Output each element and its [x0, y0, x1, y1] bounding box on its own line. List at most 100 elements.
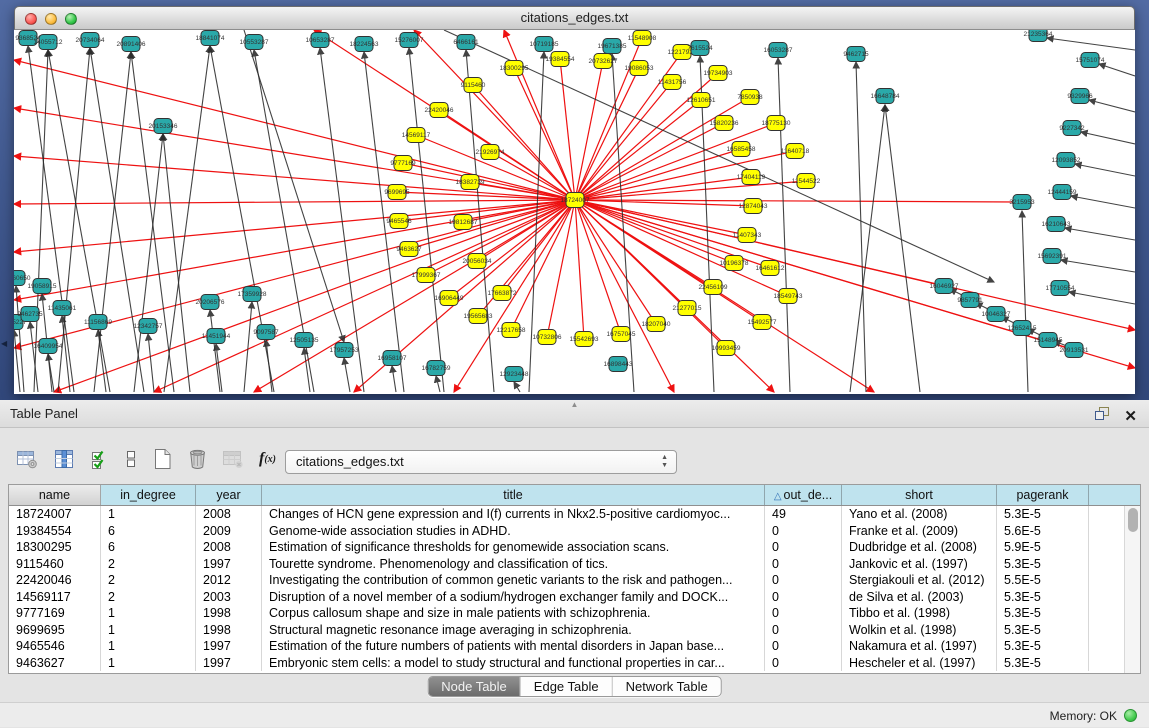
- cell-title[interactable]: Changes of HCN gene expression and I(f) …: [262, 506, 765, 523]
- graph-node[interactable]: 20732627: [589, 54, 618, 69]
- function-builder-button[interactable]: f(x): [259, 450, 276, 468]
- cell-name[interactable]: 19384554: [9, 523, 101, 540]
- cell-year[interactable]: 1997: [196, 556, 262, 573]
- citation-edge-black[interactable]: [1075, 164, 1135, 176]
- table-selector-dropdown[interactable]: citations_edges.txt ▲▼: [285, 450, 677, 474]
- graph-node[interactable]: 11431756: [658, 75, 687, 90]
- cell-title[interactable]: Investigating the contribution of common…: [262, 572, 765, 589]
- graph-node[interactable]: 10993459: [712, 341, 741, 356]
- graph-node[interactable]: 12505135: [290, 333, 319, 348]
- graph-node[interactable]: 3215953: [1009, 195, 1035, 210]
- cell-title[interactable]: Genome-wide association studies in ADHD.: [262, 523, 765, 540]
- graph-node[interactable]: 9463627: [396, 242, 422, 257]
- cell-out_degree[interactable]: 49: [765, 506, 842, 523]
- graph-node[interactable]: 10732806: [533, 330, 562, 345]
- table-row[interactable]: 1872400712008Changes of HCN gene express…: [9, 506, 1124, 523]
- citation-edge-red[interactable]: [403, 163, 575, 200]
- cell-pagerank[interactable]: 5.3E-5: [997, 556, 1089, 573]
- column-header-short[interactable]: short: [842, 485, 997, 505]
- graph-node[interactable]: 20206576: [196, 295, 225, 310]
- cell-year[interactable]: 2012: [196, 572, 262, 589]
- graph-node[interactable]: 17359928: [238, 287, 267, 302]
- cell-title[interactable]: Tourette syndrome. Phenomenology and cla…: [262, 556, 765, 573]
- citation-edge-black[interactable]: [344, 358, 350, 392]
- cell-in_degree[interactable]: 1: [101, 655, 196, 672]
- cell-year[interactable]: 1998: [196, 622, 262, 639]
- graph-node[interactable]: 10653287: [306, 33, 335, 48]
- graph-node[interactable]: 10719185: [530, 37, 559, 52]
- cell-name[interactable]: 18300295: [9, 539, 101, 556]
- citation-edge-black[interactable]: [850, 105, 885, 392]
- graph-node[interactable]: 11640718: [781, 144, 810, 159]
- graph-node[interactable]: 18224563: [350, 37, 379, 52]
- tab-edge-table[interactable]: Edge Table: [520, 677, 612, 696]
- table-row[interactable]: 911546021997Tourette syndrome. Phenomeno…: [9, 556, 1124, 573]
- citation-edge-black[interactable]: [1071, 196, 1135, 208]
- tab-network-table[interactable]: Network Table: [612, 677, 721, 696]
- citation-edge-red[interactable]: [14, 200, 575, 204]
- column-header-name[interactable]: name: [9, 485, 101, 505]
- cell-in_degree[interactable]: 1: [101, 506, 196, 523]
- citation-edge-red[interactable]: [575, 181, 806, 200]
- cell-name[interactable]: 9463627: [9, 655, 101, 672]
- citation-edge-black[interactable]: [48, 50, 110, 392]
- graph-node[interactable]: 17404119: [737, 170, 766, 185]
- cell-out_degree[interactable]: 0: [765, 539, 842, 556]
- citation-edge-black[interactable]: [16, 286, 24, 392]
- table-row[interactable]: 1938455462009Genome-wide association stu…: [9, 523, 1124, 540]
- graph-node[interactable]: 17710554: [1046, 281, 1075, 296]
- cell-in_degree[interactable]: 1: [101, 638, 196, 655]
- delete-button[interactable]: [187, 448, 207, 470]
- cell-title[interactable]: Estimation of significance thresholds fo…: [262, 539, 765, 556]
- cell-pagerank[interactable]: 5.3E-5: [997, 622, 1089, 639]
- graph-node[interactable]: 19671385: [598, 39, 627, 54]
- graph-node[interactable]: 11435061: [48, 301, 77, 316]
- graph-node[interactable]: 16782759: [422, 361, 451, 376]
- graph-node[interactable]: 9857791: [957, 293, 983, 308]
- graph-node[interactable]: 16958107: [378, 351, 407, 366]
- graph-node[interactable]: 12652415: [1008, 321, 1037, 336]
- cell-name[interactable]: 14569117: [9, 589, 101, 606]
- cell-out_degree[interactable]: 0: [765, 605, 842, 622]
- citation-edge-black[interactable]: [164, 46, 210, 392]
- cell-short[interactable]: Wolkin et al. (1998): [842, 622, 997, 639]
- graph-node[interactable]: 10196378: [720, 256, 749, 271]
- column-header-out_degree[interactable]: △out_de...: [765, 485, 842, 505]
- citation-edge-black[interactable]: [1089, 100, 1135, 112]
- graph-node[interactable]: 16210643: [1042, 217, 1071, 232]
- cell-in_degree[interactable]: 6: [101, 523, 196, 540]
- citation-edge-black[interactable]: [778, 58, 790, 392]
- graph-node[interactable]: 15542693: [570, 332, 599, 347]
- cell-name[interactable]: 9699695: [9, 622, 101, 639]
- graph-node[interactable]: 11156869: [84, 315, 112, 330]
- citation-edge-black[interactable]: [392, 366, 396, 392]
- cell-short[interactable]: Nakamura et al. (1997): [842, 638, 997, 655]
- citation-edge-black[interactable]: [58, 48, 90, 392]
- table-settings-button[interactable]: [16, 449, 38, 469]
- cell-short[interactable]: Tibbo et al. (1998): [842, 605, 997, 622]
- graph-node[interactable]: 11544522: [792, 174, 821, 189]
- table-row[interactable]: 946554611997Estimation of the future num…: [9, 638, 1124, 655]
- cell-short[interactable]: Franke et al. (2009): [842, 523, 997, 540]
- graph-node[interactable]: 6466161: [453, 35, 479, 50]
- graph-node[interactable]: 11451944: [202, 329, 231, 344]
- graph-node[interactable]: 16585458: [727, 142, 756, 157]
- graph-node[interactable]: 18207040: [642, 317, 671, 332]
- float-panel-button[interactable]: [1094, 406, 1110, 426]
- table-row[interactable]: 2242004622012Investigating the contribut…: [9, 572, 1124, 589]
- graph-node[interactable]: 9227342: [1059, 121, 1085, 136]
- graph-node[interactable]: 18775130: [762, 116, 791, 131]
- cell-short[interactable]: Hescheler et al. (1997): [842, 655, 997, 672]
- graph-node[interactable]: 12342757: [134, 319, 163, 334]
- cell-pagerank[interactable]: 5.3E-5: [997, 506, 1089, 523]
- citation-edge-black[interactable]: [148, 334, 154, 392]
- row-height-button[interactable]: [125, 449, 137, 469]
- citation-edge-black[interactable]: [1065, 228, 1135, 240]
- citation-edge-black[interactable]: [1099, 64, 1135, 76]
- graph-node[interactable]: 9115460: [461, 78, 486, 93]
- cell-title[interactable]: Estimation of the future numbers of pati…: [262, 638, 765, 655]
- citation-edge-black[interactable]: [856, 62, 866, 392]
- graph-node[interactable]: 16053287: [764, 43, 793, 58]
- citation-edge-black[interactable]: [885, 105, 920, 392]
- cell-out_degree[interactable]: 0: [765, 572, 842, 589]
